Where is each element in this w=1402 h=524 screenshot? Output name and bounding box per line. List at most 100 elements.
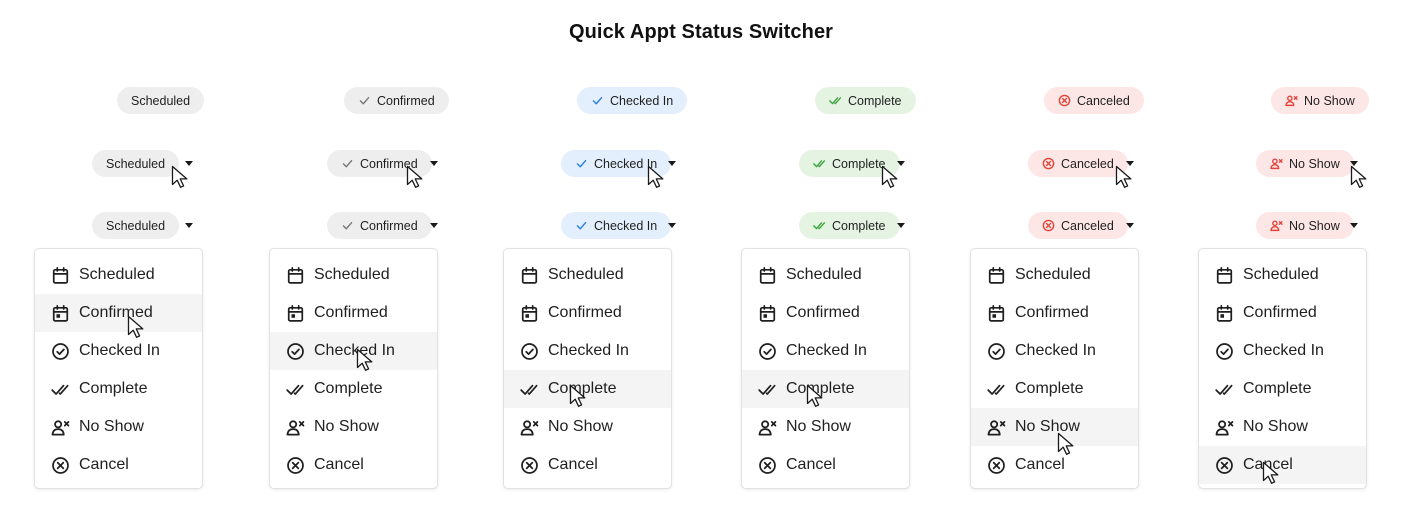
status-dropdown-trigger[interactable]: Canceled [1028,212,1128,239]
menu-item-confirmed[interactable]: Confirmed [742,294,909,332]
chevron-down-icon[interactable] [185,223,193,228]
user-x-icon [1270,219,1283,232]
status-dropdown-trigger[interactable]: Canceled [1028,150,1128,177]
menu-item-scheduled[interactable]: Scheduled [270,256,437,294]
menu-item-label: No Show [79,418,144,435]
chevron-down-icon[interactable] [1350,223,1358,228]
menu-item-checked-in[interactable]: Checked In [971,332,1138,370]
menu-item-complete[interactable]: Complete [35,370,202,408]
status-dropdown-trigger[interactable]: Checked In [561,150,672,177]
chevron-down-icon[interactable] [1126,161,1134,166]
menu-item-label: Scheduled [314,266,390,283]
chevron-down-icon[interactable] [897,223,905,228]
status-badge: Scheduled [117,87,205,114]
menu-item-label: No Show [314,418,379,435]
menu-item-cancel[interactable]: Cancel [742,446,909,484]
menu-item-label: Complete [314,380,383,397]
x-circle-icon [520,456,539,475]
double-check-icon [51,380,70,399]
status-dropdown-trigger[interactable]: No Show [1256,212,1354,239]
menu-item-checked-in[interactable]: Checked In [1199,332,1366,370]
status-dropdown-trigger[interactable]: No Show [1256,150,1354,177]
menu-item-scheduled[interactable]: Scheduled [742,256,909,294]
menu-item-no-show[interactable]: No Show [971,408,1138,446]
menu-item-confirmed[interactable]: Confirmed [270,294,437,332]
menu-item-confirmed[interactable]: Confirmed [971,294,1138,332]
status-badge-label: Checked In [610,93,674,108]
x-circle-icon [1058,94,1071,107]
menu-item-no-show[interactable]: No Show [1199,408,1366,446]
user-x-icon [1270,157,1283,170]
check-circle-icon [987,342,1006,361]
status-dropdown-trigger[interactable]: Confirmed [327,150,432,177]
status-badge: Canceled [1044,87,1144,114]
chevron-down-icon[interactable] [185,161,193,166]
status-badge-label: No Show [1289,218,1340,233]
menu-item-cancel[interactable]: Cancel [1199,446,1366,484]
menu-item-confirmed[interactable]: Confirmed [504,294,671,332]
menu-item-confirmed[interactable]: Confirmed [35,294,202,332]
user-x-icon [987,418,1006,437]
double-check-icon [987,380,1006,399]
user-x-icon [520,418,539,437]
status-dropdown-trigger[interactable]: Checked In [561,212,672,239]
menu-item-complete[interactable]: Complete [504,370,671,408]
menu-item-confirmed[interactable]: Confirmed [1199,294,1366,332]
calendar-check-icon [51,304,70,323]
menu-item-label: Scheduled [1243,266,1319,283]
menu-item-checked-in[interactable]: Checked In [504,332,671,370]
calendar-check-icon [758,304,777,323]
menu-item-scheduled[interactable]: Scheduled [35,256,202,294]
menu-item-complete[interactable]: Complete [742,370,909,408]
menu-item-no-show[interactable]: No Show [742,408,909,446]
chevron-down-icon[interactable] [430,223,438,228]
menu-item-label: Complete [1243,380,1312,397]
x-circle-icon [758,456,777,475]
menu-item-checked-in[interactable]: Checked In [742,332,909,370]
menu-item-scheduled[interactable]: Scheduled [1199,256,1366,294]
menu-item-cancel[interactable]: Cancel [35,446,202,484]
status-dropdown-trigger[interactable]: Complete [799,150,900,177]
calendar-icon [758,266,777,285]
chevron-down-icon[interactable] [1350,161,1358,166]
chevron-down-icon[interactable] [430,161,438,166]
menu-item-no-show[interactable]: No Show [35,408,202,446]
menu-item-scheduled[interactable]: Scheduled [971,256,1138,294]
x-circle-icon [286,456,305,475]
status-badge: Confirmed [344,87,449,114]
chevron-down-icon[interactable] [668,223,676,228]
status-dropdown-trigger[interactable]: Scheduled [92,150,180,177]
status-badge-label: No Show [1304,93,1355,108]
menu-item-label: Complete [1015,380,1084,397]
menu-item-checked-in[interactable]: Checked In [270,332,437,370]
menu-item-label: Confirmed [786,304,860,321]
menu-item-complete[interactable]: Complete [270,370,437,408]
menu-item-scheduled[interactable]: Scheduled [504,256,671,294]
status-badge-label: Checked In [594,156,658,171]
menu-item-cancel[interactable]: Cancel [971,446,1138,484]
status-dropdown-trigger[interactable]: Confirmed [327,212,432,239]
menu-item-no-show[interactable]: No Show [270,408,437,446]
double-check-icon [286,380,305,399]
menu-item-complete[interactable]: Complete [971,370,1138,408]
menu-item-label: Complete [79,380,148,397]
status-badge-label: Scheduled [106,156,166,171]
menu-item-cancel[interactable]: Cancel [270,446,437,484]
chevron-down-icon[interactable] [668,161,676,166]
menu-item-label: Cancel [548,456,598,473]
menu-item-label: Confirmed [1015,304,1089,321]
status-menu: Scheduled Confirmed Checked In Complete No S… [34,248,203,489]
chevron-down-icon[interactable] [897,161,905,166]
menu-item-cancel[interactable]: Cancel [504,446,671,484]
status-dropdown-trigger[interactable]: Scheduled [92,212,180,239]
check-circle-icon [758,342,777,361]
status-menu: Scheduled Confirmed Checked In Complete No S… [269,248,438,489]
status-dropdown-trigger[interactable]: Complete [799,212,900,239]
check-icon [358,94,371,107]
menu-item-label: Checked In [786,342,867,359]
menu-item-complete[interactable]: Complete [1199,370,1366,408]
menu-item-no-show[interactable]: No Show [504,408,671,446]
menu-item-label: Checked In [314,342,395,359]
chevron-down-icon[interactable] [1126,223,1134,228]
menu-item-checked-in[interactable]: Checked In [35,332,202,370]
